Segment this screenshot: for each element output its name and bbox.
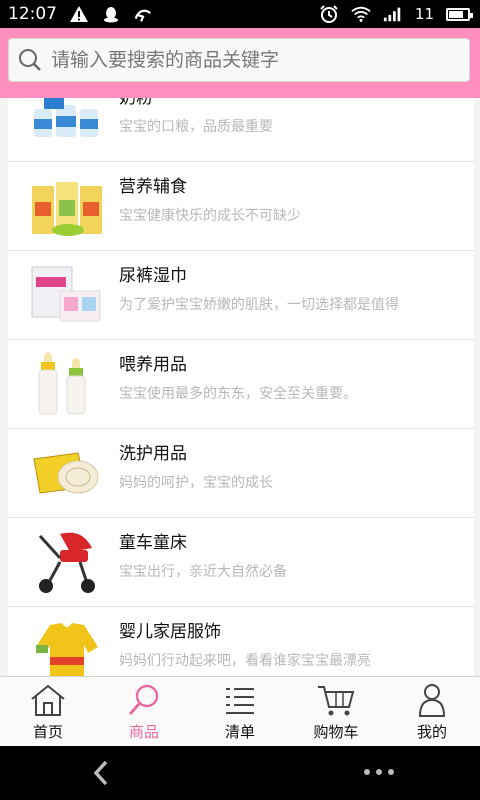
item-subtitle: 宝宝的口粮，品质最重要 <box>119 119 273 135</box>
tab-label: 商品 <box>128 723 159 741</box>
category-list: 奶粉 宝宝的口粮，品质最重要 营养辅食 宝宝健康快乐的成长不可缺少 尿裤湿巾 为… <box>8 98 474 676</box>
cart-icon <box>318 686 355 716</box>
search-box[interactable] <box>8 38 470 82</box>
system-nav-bar <box>0 746 480 800</box>
list-item[interactable]: 尿裤湿巾 为了爱护宝宝娇嫩的肌肤，一切选择都是值得 <box>8 251 474 340</box>
search-bar <box>0 28 480 98</box>
tab-label: 我的 <box>416 723 447 741</box>
item-title: 洗护用品 <box>119 444 187 464</box>
list-item[interactable]: 洗护用品 妈妈的呵护，宝宝的成长 <box>8 429 474 518</box>
list-item[interactable]: 童车童床 宝宝出行，亲近大自然必备 <box>8 518 474 607</box>
item-title: 童车童床 <box>119 533 187 553</box>
item-subtitle: 为了爱护宝宝娇嫩的肌肤，一切选择都是值得 <box>119 297 399 313</box>
signal-text: 11 <box>414 5 434 23</box>
home-icon <box>31 684 65 716</box>
bottom-tab-bar: 首页 商品 清单 购物车 我的 <box>0 676 480 746</box>
item-title: 奶粉 <box>119 98 153 108</box>
list-icon <box>226 688 254 714</box>
signal-icon <box>383 5 403 23</box>
search-icon <box>128 684 159 716</box>
stroller-image <box>38 532 95 593</box>
item-subtitle: 宝宝出行，亲近大自然必备 <box>119 564 287 580</box>
back-icon[interactable] <box>86 756 118 790</box>
search-icon <box>19 49 41 71</box>
item-subtitle: 妈妈们行动起来吧，看看谁家宝宝最漂亮 <box>119 653 371 669</box>
more-icon[interactable] <box>362 762 396 782</box>
soap-box-image <box>33 452 99 494</box>
alarm-clock-icon <box>319 5 339 23</box>
baby-clothes-image <box>36 623 98 676</box>
list-item[interactable]: 喂养用品 宝宝使用最多的东东，安全至关重要。 <box>8 340 474 429</box>
status-time: 12:07 <box>8 4 57 24</box>
qq-penguin-icon <box>101 5 121 23</box>
tab-cart[interactable]: 购物车 <box>288 677 384 746</box>
user-icon <box>418 684 446 717</box>
tab-products[interactable]: 商品 <box>96 677 192 746</box>
notification-icon <box>133 5 153 23</box>
item-title: 尿裤湿巾 <box>119 266 187 286</box>
wifi-icon <box>351 5 371 23</box>
tab-label: 首页 <box>32 723 63 741</box>
item-subtitle: 宝宝健康快乐的成长不可缺少 <box>119 208 301 224</box>
item-subtitle: 宝宝使用最多的东东，安全至关重要。 <box>119 386 357 402</box>
tab-label: 购物车 <box>313 723 359 741</box>
tab-label: 清单 <box>224 723 255 741</box>
list-item[interactable]: 营养辅食 宝宝健康快乐的成长不可缺少 <box>8 162 474 251</box>
baby-bottles-image <box>38 352 86 415</box>
tab-list[interactable]: 清单 <box>192 677 288 746</box>
item-subtitle: 妈妈的呵护，宝宝的成长 <box>119 475 273 491</box>
item-title: 喂养用品 <box>119 355 187 375</box>
search-input[interactable] <box>49 38 469 82</box>
battery-icon <box>446 7 473 21</box>
status-bar: 12:07 11 <box>0 0 480 28</box>
milk-powder-cans-image <box>34 98 98 137</box>
diaper-pack-image <box>31 266 101 322</box>
item-title: 婴儿家居服饰 <box>119 622 221 642</box>
baby-food-boxes-image <box>32 182 102 236</box>
list-item[interactable]: 奶粉 宝宝的口粮，品质最重要 <box>8 98 474 162</box>
list-item[interactable]: 婴儿家居服饰 妈妈们行动起来吧，看看谁家宝宝最漂亮 <box>8 607 474 676</box>
tab-home[interactable]: 首页 <box>0 677 96 746</box>
item-title: 营养辅食 <box>119 177 187 197</box>
tab-me[interactable]: 我的 <box>384 677 480 746</box>
warning-icon <box>69 5 89 23</box>
